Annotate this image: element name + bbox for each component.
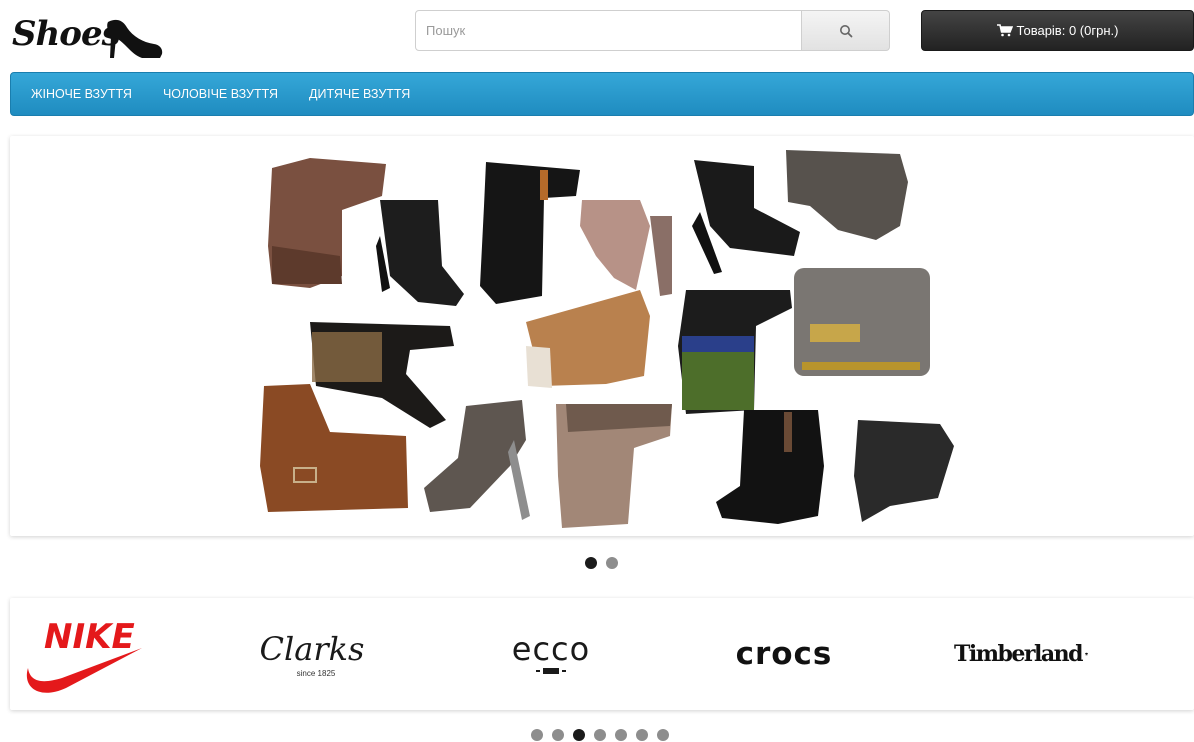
- suede-lace-boot-image: [556, 404, 672, 528]
- search-icon: [839, 24, 852, 37]
- black-platform-heel-image: [376, 200, 464, 306]
- search-bar: [415, 10, 890, 51]
- slider-dot[interactable]: [606, 557, 618, 569]
- brands-dot[interactable]: [615, 729, 627, 741]
- brands-pagination: [531, 729, 669, 741]
- shopping-cart-icon: [996, 24, 1013, 37]
- brand-timberland[interactable]: Timberland: [954, 598, 1088, 710]
- cart-label: Товарів: 0 (0грн.): [1016, 23, 1119, 38]
- site-logo[interactable]: Shoes: [10, 10, 163, 62]
- brown-ankle-boot-image: [268, 158, 386, 288]
- nav-item-men[interactable]: Чоловіче взуття: [163, 87, 278, 101]
- nike-wordmark: NIKE: [44, 617, 135, 657]
- tan-fur-heel-image: [526, 290, 650, 388]
- cart-button[interactable]: Товарів: 0 (0грн.): [921, 10, 1194, 51]
- brand-ecco[interactable]: ecco: [496, 598, 606, 710]
- brands-dot[interactable]: [573, 729, 585, 741]
- black-strap-heel-image: [692, 160, 800, 274]
- brands-dot[interactable]: [657, 729, 669, 741]
- brands-dot[interactable]: [636, 729, 648, 741]
- brands-carousel: NIKE Clarks since 1825 ecco crocs Timber…: [10, 598, 1194, 710]
- search-input[interactable]: [415, 10, 802, 51]
- black-suede-bootie-image: [716, 410, 824, 524]
- shoes-collection-image: [260, 150, 954, 528]
- main-navbar: Жіноче взуття Чоловіче взуття Дитяче взу…: [10, 72, 1194, 116]
- clarks-tagline: since 1825: [297, 669, 336, 678]
- brands-dot[interactable]: [552, 729, 564, 741]
- crocs-wordmark: crocs: [735, 636, 833, 672]
- black-leather-bootie-image: [480, 162, 580, 304]
- black-buckle-heel-image: [310, 322, 454, 428]
- brands-dot[interactable]: [594, 729, 606, 741]
- high-heel-icon: [107, 19, 163, 59]
- cognac-buckle-boot-image: [260, 384, 408, 512]
- slider-pagination: [585, 557, 618, 569]
- black-leather-heel-image: [854, 420, 954, 522]
- brand-nike[interactable]: NIKE: [20, 598, 148, 710]
- nav-item-women[interactable]: Жіноче взуття: [31, 87, 132, 101]
- timberland-tree-icon: [1085, 652, 1088, 656]
- timberland-wordmark: Timberland: [954, 641, 1083, 667]
- clarks-wordmark: Clarks: [260, 630, 365, 668]
- clarks-logo: Clarks since 1825: [260, 630, 365, 678]
- ecco-logo: ecco: [512, 630, 590, 674]
- brands-dot[interactable]: [531, 729, 543, 741]
- nike-logo: NIKE: [26, 617, 143, 693]
- header: Shoes Товарів: 0 (0грн.): [0, 0, 1194, 68]
- nav-item-kids[interactable]: Дитяче взуття: [309, 87, 410, 101]
- brand-clarks[interactable]: Clarks since 1825: [254, 598, 370, 710]
- brand-crocs[interactable]: crocs: [724, 598, 844, 710]
- ecco-wordmark: ecco: [512, 630, 590, 668]
- slider-dot[interactable]: [585, 557, 597, 569]
- hero-slider[interactable]: [10, 136, 1194, 536]
- snakeskin-clutch-image: [794, 268, 930, 376]
- beige-heel-image: [580, 200, 672, 296]
- search-button[interactable]: [802, 10, 890, 51]
- grey-suede-bootie-image: [786, 150, 908, 240]
- multicolor-platform-heel-image: [678, 290, 792, 414]
